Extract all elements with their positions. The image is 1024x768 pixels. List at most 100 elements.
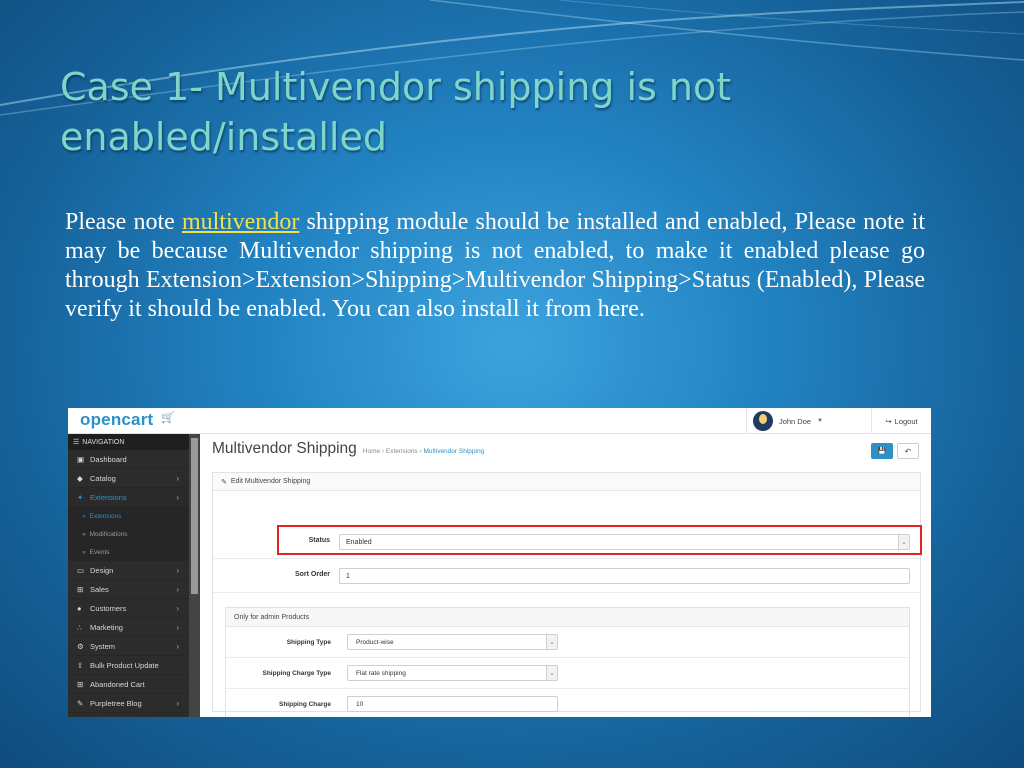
shipping-type-value: Product-wise xyxy=(356,638,394,646)
sidebar-item-label: Extensions xyxy=(90,492,127,502)
chevron-right-icon: › xyxy=(176,641,179,651)
share-icon: ∴ xyxy=(77,622,82,632)
sidebar-item-label: Purpletree Blog xyxy=(90,698,142,708)
shipping-type-label: Shipping Type xyxy=(286,639,331,646)
cart-icon: ⊞ xyxy=(77,679,84,689)
user-name: John Doe xyxy=(778,416,812,426)
upload-icon: ⇧ xyxy=(77,660,84,670)
cart-icon: ⊞ xyxy=(77,584,84,594)
edit-icon: ✎ xyxy=(77,698,84,708)
breadcrumb-home[interactable]: Home xyxy=(363,448,380,455)
sidebar-item-customers[interactable]: ● Customers › xyxy=(68,599,189,618)
sidebar-item-label: Marketing xyxy=(90,622,123,632)
sidebar-item-design[interactable]: ▭ Design › xyxy=(68,561,189,580)
shipping-charge-value: 10 xyxy=(356,700,364,708)
sidebar-subitem-extensions[interactable]: » Extensions xyxy=(68,507,189,525)
top-bar: opencart 🛒 John Doe ▼ ↪ Logout xyxy=(68,408,931,434)
nav-heading-label: NAVIGATION xyxy=(82,438,125,446)
chevron-right-icon: › xyxy=(176,584,179,594)
sidebar-item-label: System xyxy=(90,641,116,651)
user-icon: ● xyxy=(77,603,82,613)
sidebar-item-label: Customers xyxy=(90,603,127,613)
cart-logo-icon: 🛒 xyxy=(161,412,175,424)
puzzle-icon: ✦ xyxy=(77,492,84,502)
sidebar-subitem-modifications[interactable]: » Modifications xyxy=(68,525,189,543)
charge-type-select[interactable]: Flat rate shipping ⌄ xyxy=(347,665,558,681)
admin-products-fieldset: Only for admin Products Shipping Type Pr… xyxy=(225,607,910,717)
sidebar-item-abandoned-cart[interactable]: ⊞ Abandoned Cart xyxy=(68,675,189,694)
chevron-down-icon: ▼ xyxy=(817,418,823,424)
main-content: Multivendor Shipping Home › Extensions ›… xyxy=(200,434,931,717)
breadcrumb: Home › Extensions › Multivendor Shipping xyxy=(362,448,485,455)
sign-out-icon: ↪ xyxy=(885,416,892,426)
avatar xyxy=(752,411,773,431)
sidebar-item-label: Dashboard xyxy=(90,454,127,464)
cog-icon: ⚙ xyxy=(77,641,84,651)
multivendor-link[interactable]: multivendor xyxy=(182,209,299,235)
chevron-right-icon: › xyxy=(176,565,179,575)
shipping-charge-row: Shipping Charge 10 xyxy=(226,689,909,717)
sidebar-subitem-label: Events xyxy=(89,548,110,556)
sidebar-item-sales[interactable]: ⊞ Sales › xyxy=(68,580,189,599)
sidebar-item-label: Design xyxy=(90,565,114,575)
sidebar: ☰ NAVIGATION ▣ Dashboard ◆ Catalog › ✦ Extensi… xyxy=(68,434,189,717)
sort-order-row: Sort Order 1 xyxy=(213,559,920,593)
nav-list: ▣ Dashboard ◆ Catalog › ✦ Extensions ›» Extensio… xyxy=(68,450,189,713)
slide-body-text: Please note multivendor shipping module … xyxy=(65,208,925,324)
sidebar-subitem-label: Modifications xyxy=(89,530,128,538)
edit-panel: ✎ Edit Multivendor Shipping Status Enabl… xyxy=(212,472,922,717)
chevron-right-icon: › xyxy=(176,603,179,613)
sidebar-item-label: Abandoned Cart xyxy=(90,679,145,689)
save-button[interactable]: 💾 xyxy=(871,443,893,459)
chevron-right-icon: › xyxy=(176,492,179,502)
sidebar-item-label: Sales xyxy=(90,584,109,594)
logout-button[interactable]: ↪ Logout xyxy=(871,408,931,434)
menu-icon: ☰ xyxy=(73,439,80,446)
charge-type-label: Shipping Charge Type xyxy=(262,670,332,677)
sidebar-item-dashboard[interactable]: ▣ Dashboard xyxy=(68,450,189,469)
tag-icon: ◆ xyxy=(77,473,83,483)
charge-type-value: Flat rate shipping xyxy=(356,669,406,677)
sort-order-input[interactable]: 1 xyxy=(339,568,910,584)
page-title: Multivendor Shipping xyxy=(212,440,357,457)
sidebar-item-marketing[interactable]: ∴ Marketing › xyxy=(68,618,189,637)
nav-heading[interactable]: ☰ NAVIGATION xyxy=(68,434,189,450)
breadcrumb-extensions[interactable]: Extensions xyxy=(386,448,418,455)
sidebar-subitem-events[interactable]: » Events xyxy=(68,543,189,561)
shipping-type-select[interactable]: Product-wise ⌄ xyxy=(347,634,558,650)
shipping-charge-input[interactable]: 10 xyxy=(347,696,558,712)
sidebar-item-extensions[interactable]: ✦ Extensions › xyxy=(68,488,189,507)
admin-screenshot: opencart 🛒 John Doe ▼ ↪ Logout ☰ NAVIGAT… xyxy=(68,408,931,717)
pencil-icon: ✎ xyxy=(221,478,227,486)
charge-type-row: Shipping Charge Type Flat rate shipping … xyxy=(226,658,909,689)
chevron-down-icon: ⌄ xyxy=(546,635,557,649)
sort-order-label: Sort Order xyxy=(294,571,330,578)
sort-order-value: 1 xyxy=(346,572,350,580)
sidebar-item-bulk-product-update[interactable]: ⇧ Bulk Product Update xyxy=(68,656,189,675)
shipping-type-row: Shipping Type Product-wise ⌄ xyxy=(226,627,909,658)
logout-label: Logout xyxy=(894,416,918,426)
body-text-start: Please note xyxy=(65,209,182,235)
sidebar-item-label: Bulk Product Update xyxy=(90,660,159,670)
chevron-down-icon: ⌄ xyxy=(546,666,557,680)
back-button[interactable]: ↶ xyxy=(897,443,919,459)
sidebar-item-catalog[interactable]: ◆ Catalog › xyxy=(68,469,189,488)
slide-title: Case 1- Multivendor shipping is not enab… xyxy=(60,65,732,159)
sidebar-item-purpletree-blog[interactable]: ✎ Purpletree Blog › xyxy=(68,694,189,713)
sidebar-item-system[interactable]: ⚙ System › xyxy=(68,637,189,656)
chevron-right-icon: › xyxy=(176,473,179,483)
user-menu[interactable]: John Doe ▼ xyxy=(745,408,823,434)
panel-heading: ✎ Edit Multivendor Shipping xyxy=(213,473,920,491)
chevron-right-icon: › xyxy=(176,698,179,708)
dashboard-icon: ▣ xyxy=(77,454,85,464)
sidebar-subitem-label: Extensions xyxy=(89,512,122,520)
double-chevron-icon: » xyxy=(82,512,86,520)
breadcrumb-current[interactable]: Multivendor Shipping xyxy=(423,448,484,455)
sidebar-scroll-thumb[interactable] xyxy=(191,438,198,594)
double-chevron-icon: » xyxy=(82,530,86,538)
double-chevron-icon: » xyxy=(82,548,86,556)
admin-products-heading: Only for admin Products xyxy=(226,608,909,627)
opencart-logo[interactable]: opencart xyxy=(80,410,153,430)
sidebar-item-label: Catalog xyxy=(90,473,116,483)
chevron-right-icon: › xyxy=(176,622,179,632)
